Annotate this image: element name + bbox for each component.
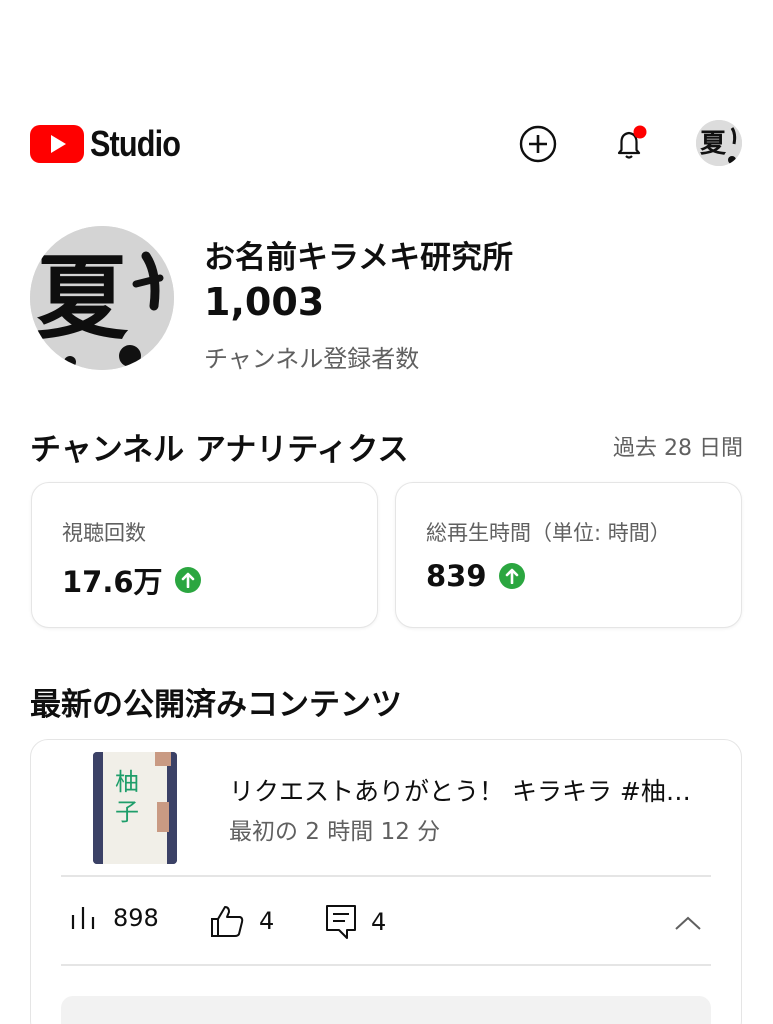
- subscriber-count: 1,003: [204, 280, 325, 324]
- divider: [61, 875, 711, 877]
- subscriber-label: チャンネル登録者数: [204, 345, 420, 373]
- channel-name: お名前キラメキ研究所: [204, 240, 514, 276]
- views-metric: 898: [69, 904, 159, 932]
- svg-text:子: 子: [115, 798, 139, 826]
- watch-time-card[interactable]: 総再生時間（単位: 時間） 839: [395, 482, 742, 628]
- svg-text:柚: 柚: [115, 768, 139, 796]
- watch-time-value-row: 839: [426, 559, 525, 593]
- trend-up-icon: [498, 563, 525, 589]
- likes-count: 4: [259, 907, 275, 935]
- bar-chart-icon: [69, 905, 99, 931]
- video-period: 最初の 2 時間 12 分: [229, 819, 441, 845]
- comment-icon: [325, 904, 357, 940]
- collapse-button[interactable]: [673, 912, 703, 934]
- likes-metric: 4: [209, 904, 274, 938]
- views-count: 898: [113, 904, 159, 932]
- logo-text: Studio: [90, 123, 181, 164]
- comments-metric: 4: [325, 904, 386, 940]
- chevron-up-icon: [675, 916, 701, 930]
- notification-bell-icon: [617, 125, 647, 159]
- channel-summary: 夏 お名前キラメキ研究所 1,003 チャンネル登録者数: [30, 226, 750, 373]
- notification-dot: [633, 125, 647, 139]
- views-label: 視聴回数: [62, 521, 146, 545]
- latest-content-title: 最新の公開済みコンテンツ: [30, 687, 402, 723]
- svg-text:夏: 夏: [36, 244, 129, 352]
- views-card[interactable]: 視聴回数 17.6万: [31, 482, 378, 628]
- trend-up-icon: [174, 567, 201, 593]
- notifications-button[interactable]: [609, 124, 649, 164]
- youtube-logo-icon: [30, 125, 84, 163]
- video-title[interactable]: リクエストありがとう！ キラキラ #柚…: [229, 772, 709, 808]
- details-panel: [61, 996, 711, 1024]
- create-plus-icon: [519, 125, 557, 163]
- watch-time-label: 総再生時間（単位: 時間）: [426, 521, 671, 545]
- account-avatar[interactable]: 夏: [696, 120, 742, 166]
- comments-count: 4: [371, 908, 387, 936]
- create-button[interactable]: [518, 124, 558, 164]
- views-value-row: 17.6万: [62, 559, 201, 601]
- latest-video-card: 柚 子 リクエストありがとう！ キラキラ #柚… 最初の 2 時間 12 分 8…: [30, 739, 742, 1024]
- analytics-period: 過去 28 日間: [613, 436, 743, 461]
- channel-avatar[interactable]: 夏: [30, 226, 174, 370]
- app-header: Studio 夏: [0, 108, 773, 180]
- divider: [61, 964, 711, 966]
- svg-text:夏: 夏: [700, 129, 727, 159]
- watch-time-value: 839: [426, 559, 487, 593]
- thumbs-up-icon: [209, 904, 245, 938]
- analytics-title: チャンネル アナリティクス: [30, 432, 409, 468]
- studio-logo[interactable]: Studio: [30, 123, 196, 165]
- views-value: 17.6万: [62, 565, 163, 599]
- video-thumbnail[interactable]: 柚 子: [93, 752, 177, 864]
